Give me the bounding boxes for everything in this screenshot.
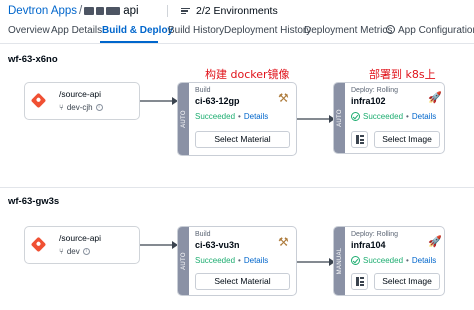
git-icon [30, 92, 47, 109]
branch-icon: ⑂ [59, 247, 64, 256]
stage-kind: Deploy: Rolling [351, 231, 399, 238]
source-node[interactable]: /source-api ⑂ dev-cjh i [24, 82, 140, 120]
workflow-title: wf-63-gw3s [8, 196, 60, 207]
app-header: Devtron Apps / api 2/2 Environments Over… [0, 0, 474, 44]
build-status: Succeeded • Details [195, 256, 269, 265]
check-circle-icon [351, 256, 360, 265]
tab-app-configuration[interactable]: App Configuration [386, 25, 474, 36]
bars-icon [356, 135, 364, 144]
info-icon[interactable]: i [82, 248, 90, 255]
stage-kind: Build [195, 87, 211, 94]
connector-arrow [140, 97, 178, 105]
build-stage[interactable]: AUTO Build ci-63-vu3n ⚒ Succeeded • Deta… [177, 226, 297, 296]
info-icon[interactable]: i [95, 104, 103, 111]
branch-name: dev [66, 247, 80, 256]
redacted-block [106, 7, 121, 15]
select-material-button[interactable]: Select Material [195, 273, 290, 290]
branch-name: dev-cjh [66, 103, 93, 112]
bars-icon [356, 277, 364, 286]
gear-icon [386, 25, 395, 34]
details-link[interactable]: Details [244, 256, 268, 265]
breadcrumb-app-name[interactable]: api [123, 5, 138, 17]
app-tabs: Overview App Details Build & Deploy Buil… [0, 22, 474, 44]
check-circle-icon [351, 112, 360, 121]
details-link[interactable]: Details [412, 256, 436, 265]
select-image-button[interactable]: Select Image [374, 131, 440, 148]
git-icon [30, 236, 47, 253]
redacted-block [96, 7, 105, 15]
details-link[interactable]: Details [412, 112, 436, 121]
source-path: /source-api [59, 233, 102, 243]
tools-icon: ⚒ [278, 91, 289, 105]
workflow-title: wf-63-x6no [8, 54, 58, 65]
rocket-icon: 🚀 [428, 236, 442, 248]
status-text: Succeeded [195, 112, 236, 121]
select-material-button[interactable]: Select Material [195, 131, 290, 148]
trigger-type: MANUAL [336, 247, 343, 275]
trigger-type: AUTO [336, 109, 343, 127]
tab-build-deploy[interactable]: Build & Deploy [102, 25, 173, 36]
annotation-deploy: 部署到 k8s上 [369, 68, 436, 81]
trigger-type: AUTO [180, 252, 187, 270]
pipeline-name: ci-63-vu3n [195, 240, 240, 250]
source-path: /source-api [59, 89, 102, 99]
environment-selector[interactable]: 2/2 Environments [181, 4, 278, 18]
stage-kind: Deploy: Rolling [351, 87, 399, 94]
tab-overview[interactable]: Overview [8, 25, 50, 36]
deploy-status: Succeeded • Details [351, 112, 436, 121]
deploy-status: Succeeded • Details [351, 256, 436, 265]
tab-app-configuration-label: App Configuration [398, 25, 474, 36]
source-node[interactable]: /source-api ⑂ dev i [24, 226, 140, 264]
deploy-stage[interactable]: MANUAL Deploy: Rolling infra104 🚀 Succee… [333, 226, 445, 296]
hamburger-icon [181, 7, 190, 15]
rocket-icon: 🚀 [428, 92, 442, 104]
source-branch: ⑂ dev-cjh i [59, 103, 103, 112]
tab-deployment-history[interactable]: Deployment History [224, 25, 311, 36]
pipeline-name: ci-63-12gp [195, 96, 240, 106]
status-text: Succeeded [363, 256, 404, 265]
breadcrumb-apps-link[interactable]: Devtron Apps [8, 5, 77, 17]
tab-app-details[interactable]: App Details [51, 25, 102, 36]
connector-arrow [297, 258, 335, 266]
annotation-build: 构建 docker镜像 [205, 68, 290, 81]
deployment-config-button[interactable] [351, 273, 368, 290]
connector-arrow [297, 115, 335, 123]
trigger-type-bar: AUTO [334, 83, 345, 153]
stage-kind: Build [195, 231, 211, 238]
tools-icon: ⚒ [278, 235, 289, 249]
breadcrumb-separator: / [79, 5, 83, 17]
deploy-stage[interactable]: AUTO Deploy: Rolling infra102 🚀 Succeede… [333, 82, 445, 154]
select-image-button[interactable]: Select Image [374, 273, 440, 290]
breadcrumb: Devtron Apps / api [8, 4, 139, 18]
redacted-block [84, 7, 95, 15]
build-stage[interactable]: AUTO Build ci-63-12gp ⚒ Succeeded • Deta… [177, 82, 297, 156]
active-tab-indicator [100, 41, 158, 43]
trigger-type-bar: AUTO [178, 227, 189, 295]
header-divider [167, 5, 168, 17]
tab-build-history[interactable]: Build History [168, 25, 224, 36]
environment-name: infra104 [351, 240, 386, 250]
trigger-type-bar: MANUAL [334, 227, 345, 295]
tab-deployment-metrics[interactable]: Deployment Metrics [304, 25, 392, 36]
workflow-separator [0, 187, 474, 188]
source-branch: ⑂ dev i [59, 247, 90, 256]
branch-icon: ⑂ [59, 103, 64, 112]
details-link[interactable]: Details [244, 112, 268, 121]
deployment-config-button[interactable] [351, 131, 368, 148]
trigger-type: AUTO [180, 110, 187, 128]
build-status: Succeeded • Details [195, 112, 269, 121]
trigger-type-bar: AUTO [178, 83, 189, 155]
status-text: Succeeded [195, 256, 236, 265]
status-text: Succeeded [363, 112, 404, 121]
connector-arrow [140, 241, 178, 249]
environment-count: 2/2 Environments [196, 5, 278, 17]
environment-name: infra102 [351, 96, 386, 106]
